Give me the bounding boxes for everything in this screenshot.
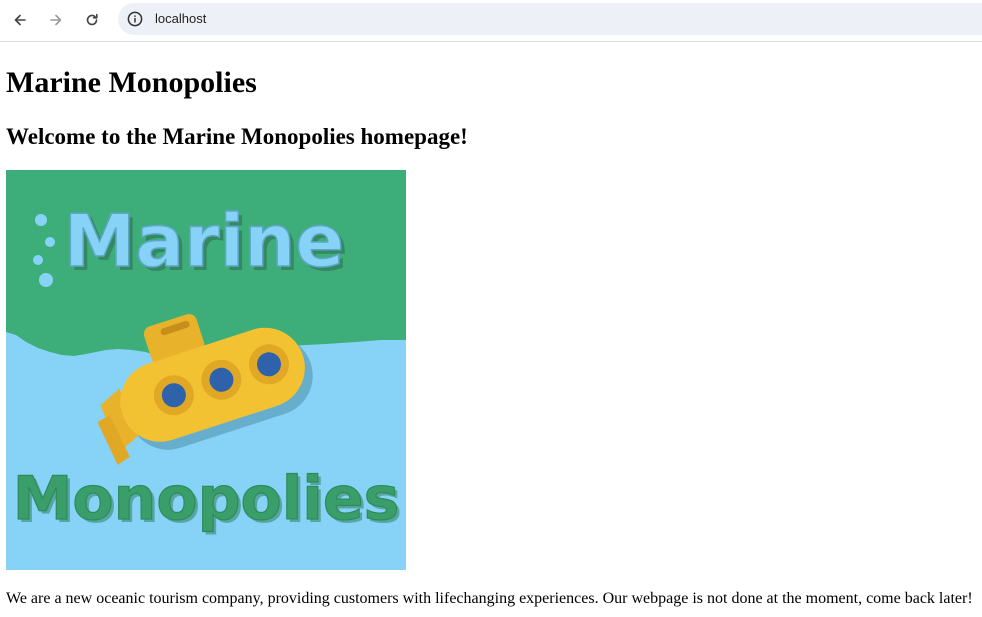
marine-monopolies-logo: Marine Marine Monopolies Monopolies	[6, 170, 406, 570]
page-subtitle: Welcome to the Marine Monopolies homepag…	[6, 124, 468, 149]
intro-paragraph: We are a new oceanic tourism company, pr…	[6, 590, 973, 607]
address-text[interactable]: localhost	[155, 10, 206, 28]
address-bar[interactable]: localhost	[118, 3, 982, 35]
reload-icon	[86, 13, 98, 26]
logo-word-top: Marine	[64, 199, 345, 283]
arrow-left-icon	[14, 14, 26, 26]
info-icon[interactable]	[127, 11, 143, 27]
forward-button[interactable]	[43, 7, 69, 33]
back-button[interactable]	[7, 7, 33, 33]
reload-button[interactable]	[79, 7, 105, 33]
arrow-right-icon	[50, 14, 62, 26]
logo-word-bottom: Monopolies	[13, 464, 400, 534]
page-title: Marine Monopolies	[6, 66, 257, 99]
browser-toolbar: localhost	[0, 0, 982, 42]
page-content: Marine Monopolies Welcome to the Marine …	[0, 43, 982, 617]
